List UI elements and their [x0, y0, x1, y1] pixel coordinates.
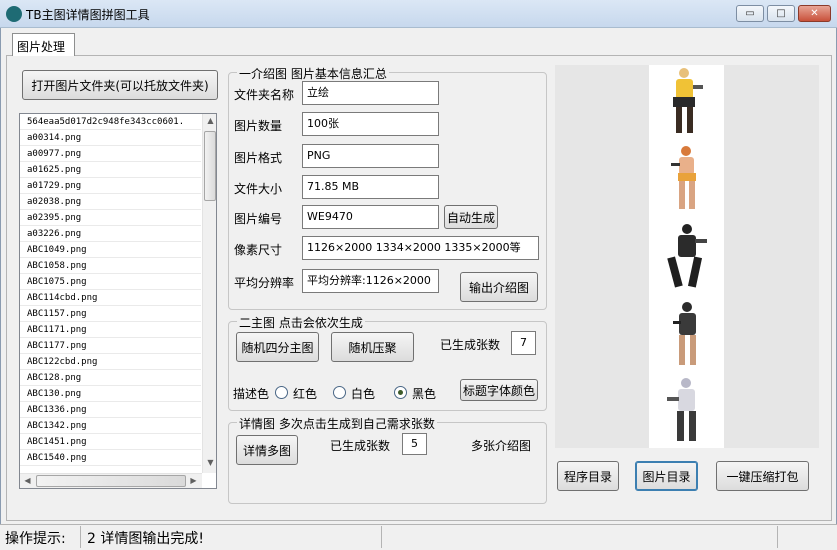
info-group-title: 一介绍图 图片基本信息汇总 — [237, 65, 389, 82]
detail-group-title: 详情图 多次点击生成到自己需求张数 — [237, 415, 437, 432]
random-four-button[interactable]: 随机四分主图 — [236, 332, 319, 362]
list-item[interactable]: ABC1049.png — [20, 242, 201, 258]
scroll-left-arrow-icon[interactable]: ◀ — [20, 476, 35, 485]
image-count-field[interactable]: 100张 — [302, 112, 439, 136]
vertical-scrollbar[interactable]: ▲ ▼ — [202, 114, 216, 473]
auto-generate-button[interactable]: 自动生成 — [444, 205, 498, 229]
status-divider — [381, 526, 382, 548]
desc-color-label: 描述色 — [233, 387, 270, 401]
folder-name-field[interactable]: 立绘 — [302, 81, 439, 105]
list-item[interactable]: ABC1336.png — [20, 402, 201, 418]
image-dir-button[interactable]: 图片目录 — [635, 461, 698, 491]
status-divider — [80, 526, 81, 548]
list-item[interactable]: ABC122cbd.png — [20, 354, 201, 370]
figure-5-image — [667, 378, 696, 441]
radio-red-label: 红色 — [293, 387, 318, 401]
scroll-right-arrow-icon[interactable]: ▶ — [186, 476, 201, 485]
status-label: 操作提示: — [5, 531, 66, 547]
pixel-size-label: 像素尺寸 — [234, 243, 283, 257]
horizontal-scroll-thumb[interactable] — [36, 475, 186, 487]
list-item[interactable]: ABC1058.png — [20, 258, 201, 274]
pixel-size-field[interactable]: 1126×2000 1334×2000 1335×2000等 — [302, 236, 539, 260]
preview-figures — [667, 68, 707, 441]
radio-black-label: 黑色 — [412, 387, 437, 401]
horizontal-scrollbar[interactable]: ◀ ▶ — [20, 473, 202, 488]
tab-image-processing[interactable]: 图片处理 — [12, 33, 75, 56]
list-item[interactable]: a01625.png — [20, 162, 201, 178]
multi-detail-button[interactable]: 详情多图 — [236, 435, 298, 465]
multi-intro-label: 多张介绍图 — [471, 439, 532, 453]
file-size-field[interactable]: 71.85 MB — [302, 175, 439, 199]
compress-pack-button[interactable]: 一键压缩打包 — [716, 461, 809, 491]
title-font-color-button[interactable]: 标题字体颜色 — [460, 379, 538, 401]
list-item[interactable]: 564eaa5d017d2c948fe343cc0601. — [20, 114, 201, 130]
main-generated-label: 已生成张数 — [440, 338, 501, 352]
radio-white-label: 白色 — [351, 387, 376, 401]
folder-name-label: 文件夹名称 — [234, 88, 295, 102]
preview-image-strip — [649, 65, 724, 448]
maximize-button[interactable]: □ — [767, 5, 795, 22]
list-item[interactable]: a00314.png — [20, 130, 201, 146]
figure-1-image — [673, 68, 703, 133]
radio-red[interactable] — [275, 386, 288, 399]
status-message: 2 详情图输出完成! — [87, 531, 204, 547]
scroll-down-arrow-icon[interactable]: ▼ — [203, 458, 216, 467]
list-item[interactable]: a03226.png — [20, 226, 201, 242]
main-image-group-title: 二主图 点击会依次生成 — [237, 314, 365, 331]
minimize-button[interactable]: ▭ — [736, 5, 764, 22]
image-count-label: 图片数量 — [234, 119, 283, 133]
avg-resolution-field[interactable]: 平均分辨率:1126×2000 — [302, 269, 439, 293]
list-item[interactable]: ABC1540.png — [20, 450, 201, 466]
detail-generated-label: 已生成张数 — [330, 439, 391, 453]
image-format-label: 图片格式 — [234, 151, 283, 165]
list-item[interactable]: a00977.png — [20, 146, 201, 162]
list-item[interactable]: ABC128.png — [20, 370, 201, 386]
list-item[interactable]: a02395.png — [20, 210, 201, 226]
list-item[interactable]: ABC1075.png — [20, 274, 201, 290]
random-cluster-button[interactable]: 随机压聚 — [331, 332, 414, 362]
app-logo-icon — [6, 6, 22, 22]
list-item[interactable]: a02038.png — [20, 194, 201, 210]
detail-generated-count[interactable]: 5 — [402, 433, 427, 455]
open-folder-button[interactable]: 打开图片文件夹(可以托放文件夹) — [22, 70, 218, 100]
list-item[interactable]: ABC1171.png — [20, 322, 201, 338]
file-list[interactable]: 564eaa5d017d2c948fe343cc0601. a00314.png a… — [19, 113, 217, 489]
file-list-items: 564eaa5d017d2c948fe343cc0601. a00314.png a… — [20, 114, 201, 473]
list-item[interactable]: ABC1451.png — [20, 434, 201, 450]
window-title: TB主图详情图拼图工具 — [26, 8, 150, 22]
list-item[interactable]: ABC1177.png — [20, 338, 201, 354]
image-id-label: 图片编号 — [234, 212, 283, 226]
figure-3-image — [667, 224, 707, 288]
program-dir-button[interactable]: 程序目录 — [557, 461, 619, 491]
image-format-field[interactable]: PNG — [302, 144, 439, 168]
list-item[interactable]: ABC130.png — [20, 386, 201, 402]
figure-4-image — [673, 302, 696, 365]
figure-2-image — [671, 146, 696, 209]
status-divider — [777, 526, 778, 548]
export-intro-button[interactable]: 输出介绍图 — [460, 272, 538, 302]
list-item[interactable]: a01729.png — [20, 178, 201, 194]
close-button[interactable]: ✕ — [798, 5, 831, 22]
list-item[interactable]: ABC114cbd.png — [20, 290, 201, 306]
radio-black[interactable] — [394, 386, 407, 399]
main-generated-count[interactable]: 7 — [511, 331, 536, 355]
vertical-scroll-thumb[interactable] — [204, 131, 216, 201]
image-id-field[interactable]: WE9470 — [302, 205, 439, 229]
avg-resolution-label: 平均分辨率 — [234, 276, 295, 290]
file-size-label: 文件大小 — [234, 182, 283, 196]
radio-white[interactable] — [333, 386, 346, 399]
list-item[interactable]: ABC1342.png — [20, 418, 201, 434]
list-item[interactable]: ABC1157.png — [20, 306, 201, 322]
scroll-up-arrow-icon[interactable]: ▲ — [203, 116, 216, 125]
